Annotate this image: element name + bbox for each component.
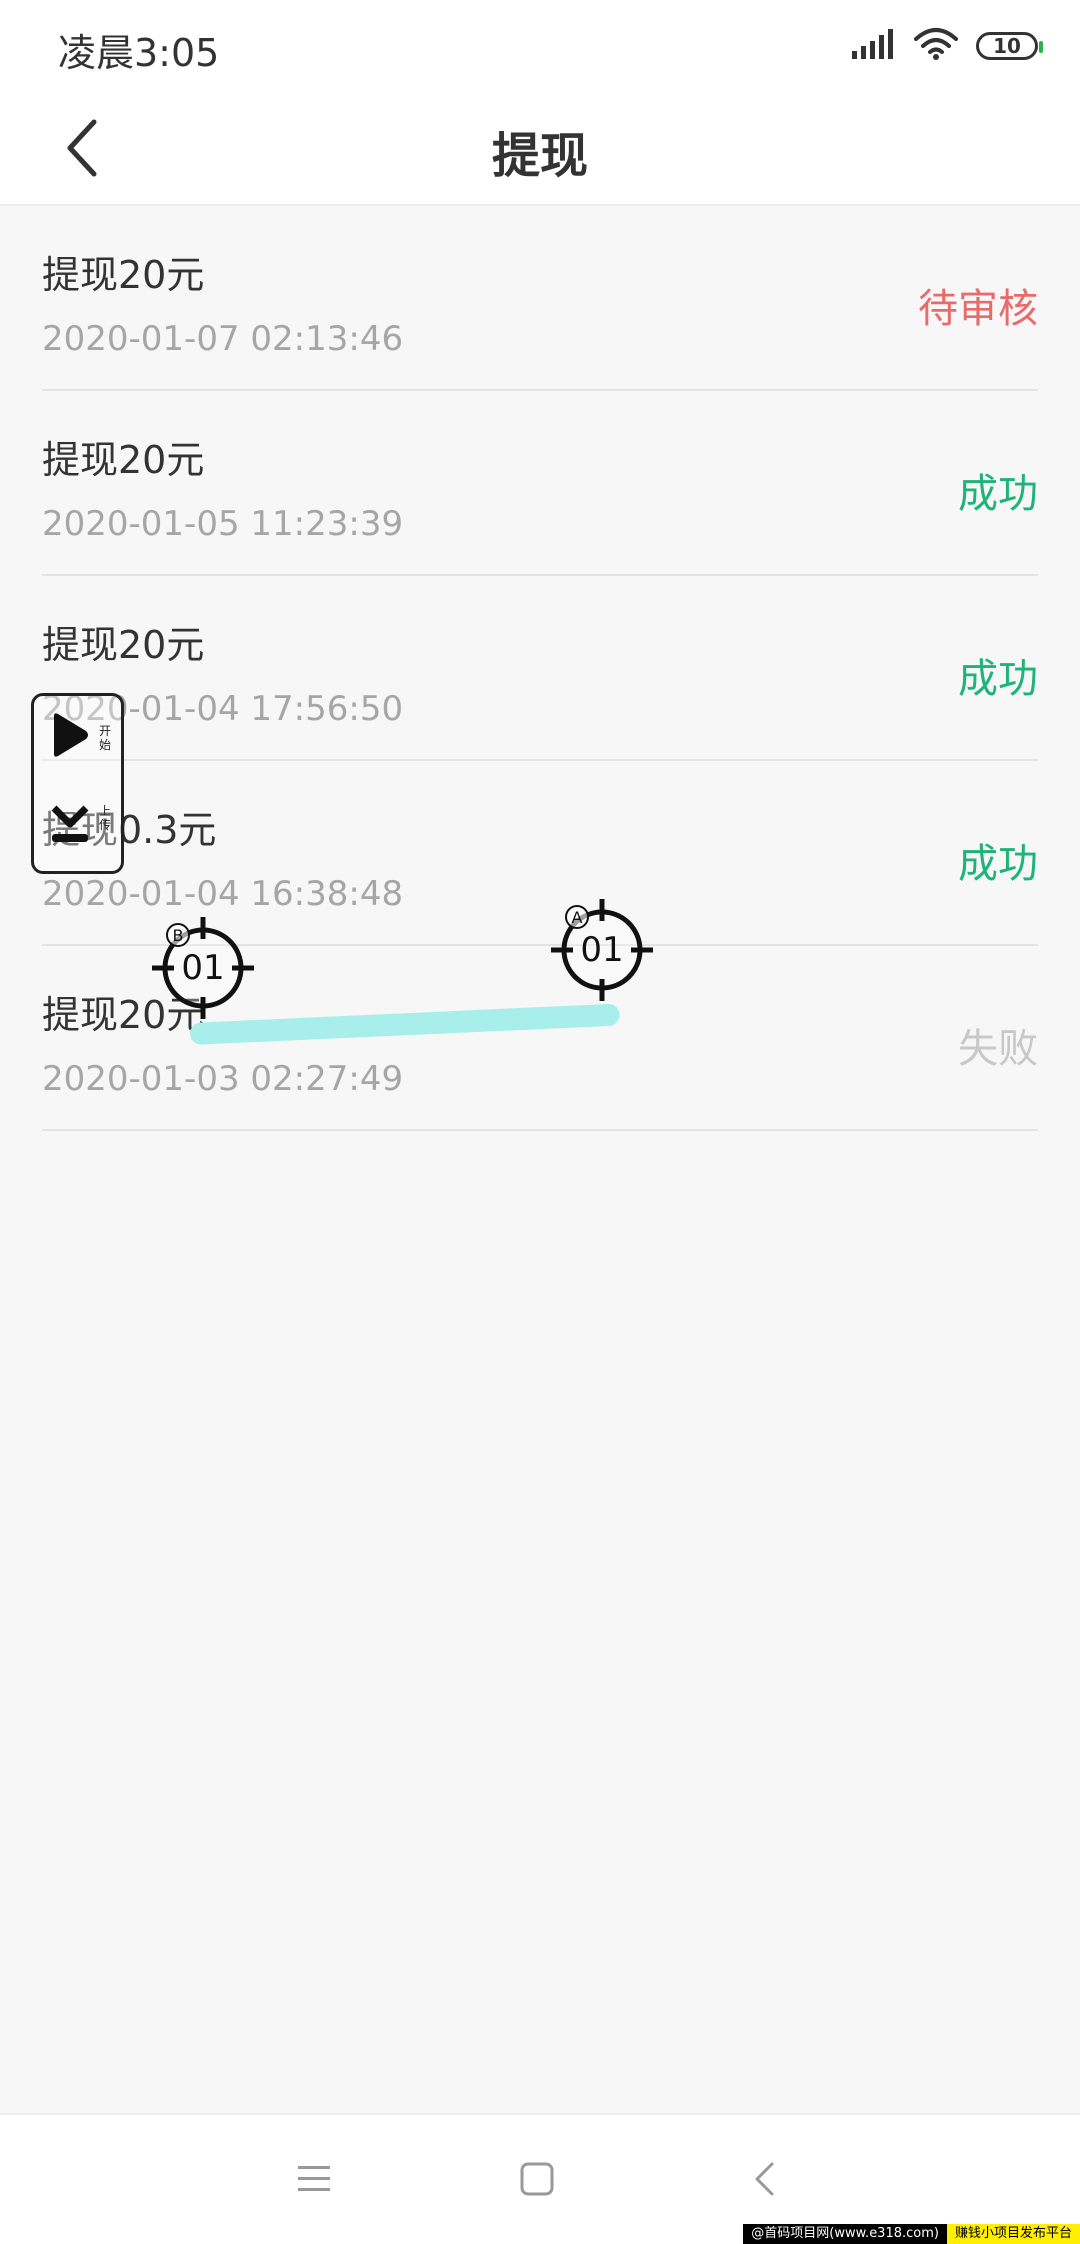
home-icon xyxy=(520,2162,554,2196)
home-button[interactable] xyxy=(501,2143,573,2215)
page-title: 提现 xyxy=(491,128,588,184)
record-status: 成功 xyxy=(958,656,1038,702)
start-button[interactable]: 开始 xyxy=(48,710,118,770)
record-status: 成功 xyxy=(958,471,1038,517)
start-label: 开始 xyxy=(98,724,111,752)
record-time: 2020-01-05 11:23:39 xyxy=(42,504,404,544)
crosshair-marker-b[interactable]: 01 B xyxy=(148,913,258,1023)
wifi-icon xyxy=(914,27,958,65)
record-status: 待审核 xyxy=(918,286,1038,332)
list-item[interactable]: 提现20元 2020-01-04 17:56:50 成功 xyxy=(42,576,1038,761)
signal-icon xyxy=(852,29,896,63)
record-time: 2020-01-07 02:13:46 xyxy=(42,319,404,359)
header: 提现 xyxy=(0,90,1080,206)
marker-a-letter: A xyxy=(565,905,589,929)
record-title: 提现20元 xyxy=(42,438,205,482)
list-item[interactable]: 提现20元 2020-01-05 11:23:39 成功 xyxy=(42,391,1038,576)
menu-button[interactable] xyxy=(278,2143,350,2215)
play-icon xyxy=(54,713,88,757)
record-title: 提现20元 xyxy=(42,623,205,667)
record-status: 失败 xyxy=(958,1026,1038,1072)
upload-label: 上传 xyxy=(98,804,111,832)
watermark: @首码项目网(www.e318.com) 赚钱小项目发布平台 xyxy=(743,2224,1080,2244)
crosshair-marker-a[interactable]: 01 A xyxy=(547,895,657,1005)
record-title: 提现20元 xyxy=(42,253,205,297)
watermark-slogan: 赚钱小项目发布平台 xyxy=(946,2224,1080,2244)
back-icon xyxy=(755,2162,774,2196)
menu-icon xyxy=(298,2166,330,2191)
status-time: 凌晨3:05 xyxy=(58,31,220,75)
marker-b-text: 01 xyxy=(181,948,225,988)
battery-level: 10 xyxy=(993,34,1021,58)
status-icons: 10 xyxy=(852,26,1043,66)
record-time: 2020-01-03 02:27:49 xyxy=(42,1059,404,1099)
download-icon xyxy=(51,805,89,842)
battery-icon: 10 xyxy=(976,32,1043,60)
nav-back-button[interactable] xyxy=(728,2143,800,2215)
battery-cap xyxy=(1039,41,1043,53)
floating-control-panel[interactable]: 开始 上传 xyxy=(31,693,124,874)
record-time: 2020-01-04 16:38:48 xyxy=(42,874,404,914)
list-item[interactable]: 提现20元 2020-01-07 02:13:46 待审核 xyxy=(42,206,1038,391)
record-status: 成功 xyxy=(958,841,1038,887)
upload-button[interactable]: 上传 xyxy=(48,800,118,860)
marker-a-text: 01 xyxy=(580,930,624,970)
marker-b-letter: B xyxy=(166,923,190,947)
watermark-site: @首码项目网(www.e318.com) xyxy=(743,2224,947,2244)
status-bar: 凌晨3:05 10 xyxy=(0,0,1080,90)
